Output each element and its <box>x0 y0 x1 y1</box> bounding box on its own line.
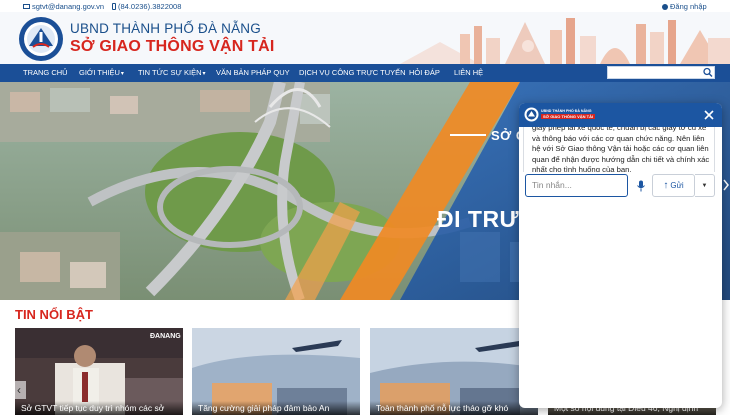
search-icon[interactable] <box>702 67 714 78</box>
bot-message: giấy phép lái xe quốc tế, chuẩn bị các g… <box>532 127 710 172</box>
top-bar: sgtvt@danang.gov.vn (84.0236).3822008 Đă… <box>0 0 730 12</box>
news-card[interactable]: Sở GTVT tiếp tục duy trì nhóm các sở <box>15 328 183 415</box>
news-card[interactable]: Tăng cường giải pháp đảm bảo An <box>192 328 360 415</box>
chevron-down-icon: ▼ <box>701 183 708 189</box>
org-line-2: SỞ GIAO THÔNG VẬN TẢI <box>70 38 275 55</box>
chevron-down-icon: ▾ <box>120 71 124 77</box>
news-card[interactable]: Toàn thành phố nỗ lực tháo gỡ khó <box>370 328 538 415</box>
featured-news-title: TIN NỔI BẬT <box>15 307 93 322</box>
hero-title: ĐI TRƯ <box>437 206 520 232</box>
nav-label: DỊCH VỤ CÔNG TRỰC TUYẾN <box>299 68 406 77</box>
chat-header: UBND THÀNH PHỐ ĐÀ NẴNG SỞ GIAO THÔNG VẬN… <box>519 103 722 127</box>
page: sgtvt@danang.gov.vn (84.0236).3822008 Đă… <box>0 0 730 415</box>
nav-item-qa[interactable]: HỎI ĐÁP <box>409 68 440 77</box>
email-text: sgtvt@danang.gov.vn <box>32 2 105 11</box>
city-skyline-illustration <box>400 12 730 64</box>
chat-title-line-2: SỞ GIAO THÔNG VẬN TẢI <box>541 114 596 119</box>
nav-label: HỎI ĐÁP <box>409 68 440 77</box>
nav-item-home[interactable]: TRANG CHỦ <box>23 68 68 77</box>
user-icon <box>662 3 668 10</box>
nav-label: TRANG CHỦ <box>23 68 68 77</box>
send-label: Gửi <box>670 181 684 190</box>
envelope-icon <box>23 4 30 9</box>
news-caption: Toàn thành phố nỗ lực tháo gỡ khó <box>370 401 538 415</box>
nav-label: VĂN BẢN PHÁP QUY <box>216 68 290 77</box>
carousel-next-icon[interactable] <box>722 178 730 192</box>
channel-tag: ĐANANG <box>150 333 181 340</box>
phone-icon <box>112 3 116 10</box>
close-icon[interactable] <box>702 108 716 122</box>
nav-item-contact[interactable]: LIÊN HỆ <box>454 68 483 77</box>
nav-item-legal-docs[interactable]: VĂN BẢN PHÁP QUY <box>216 68 290 77</box>
chat-messages[interactable]: giấy phép lái xe quốc tế, chuẩn bị các g… <box>523 127 715 172</box>
phone-info: (84.0236).3822008 <box>112 2 181 11</box>
site-header: UBND THÀNH PHỐ ĐÀ NẴNG SỞ GIAO THÔNG VẬN… <box>0 12 730 64</box>
chat-message-input[interactable]: Tin nhắn... <box>525 174 628 197</box>
org-line-1: UBND THÀNH PHỐ ĐÀ NẴNG <box>70 21 261 36</box>
login-text: Đăng nhập <box>670 2 707 11</box>
nav-item-online-services[interactable]: DỊCH VỤ CÔNG TRỰC TUYẾN <box>299 68 406 77</box>
nav-label: LIÊN HỆ <box>454 68 484 77</box>
hero-divider <box>450 134 486 136</box>
chat-logo-icon <box>524 107 539 122</box>
danang-dot-logo[interactable] <box>18 16 64 62</box>
nav-label: TIN TỨC SỰ KIỆN <box>138 68 202 77</box>
login-link[interactable]: Đăng nhập <box>662 2 707 11</box>
news-caption: Sở GTVT tiếp tục duy trì nhóm các sở <box>15 401 183 415</box>
email-link[interactable]: sgtvt@danang.gov.vn <box>23 2 104 11</box>
nav-item-about[interactable]: GIỚI THIỆU▾ <box>79 68 124 77</box>
search-input[interactable] <box>607 66 715 79</box>
arrow-up-icon: ↑ <box>663 180 669 191</box>
send-options-button[interactable]: ▼ <box>695 174 715 197</box>
chatbot-widget: UBND THÀNH PHỐ ĐÀ NẴNG SỞ GIAO THÔNG VẬN… <box>519 103 722 408</box>
news-prev-button[interactable]: ‹ <box>12 381 26 399</box>
nav-label: GIỚI THIỆU <box>79 68 120 77</box>
news-caption: Tăng cường giải pháp đảm bảo An <box>192 401 360 415</box>
chevron-down-icon: ▾ <box>202 71 206 77</box>
phone-text: (84.0236).3822008 <box>118 2 182 11</box>
chat-title-line-1: UBND THÀNH PHỐ ĐÀ NẴNG <box>541 109 592 113</box>
microphone-icon[interactable] <box>636 180 646 192</box>
nav-item-news[interactable]: TIN TỨC SỰ KIỆN▾ <box>138 68 206 77</box>
send-button[interactable]: ↑ Gửi <box>652 174 695 197</box>
